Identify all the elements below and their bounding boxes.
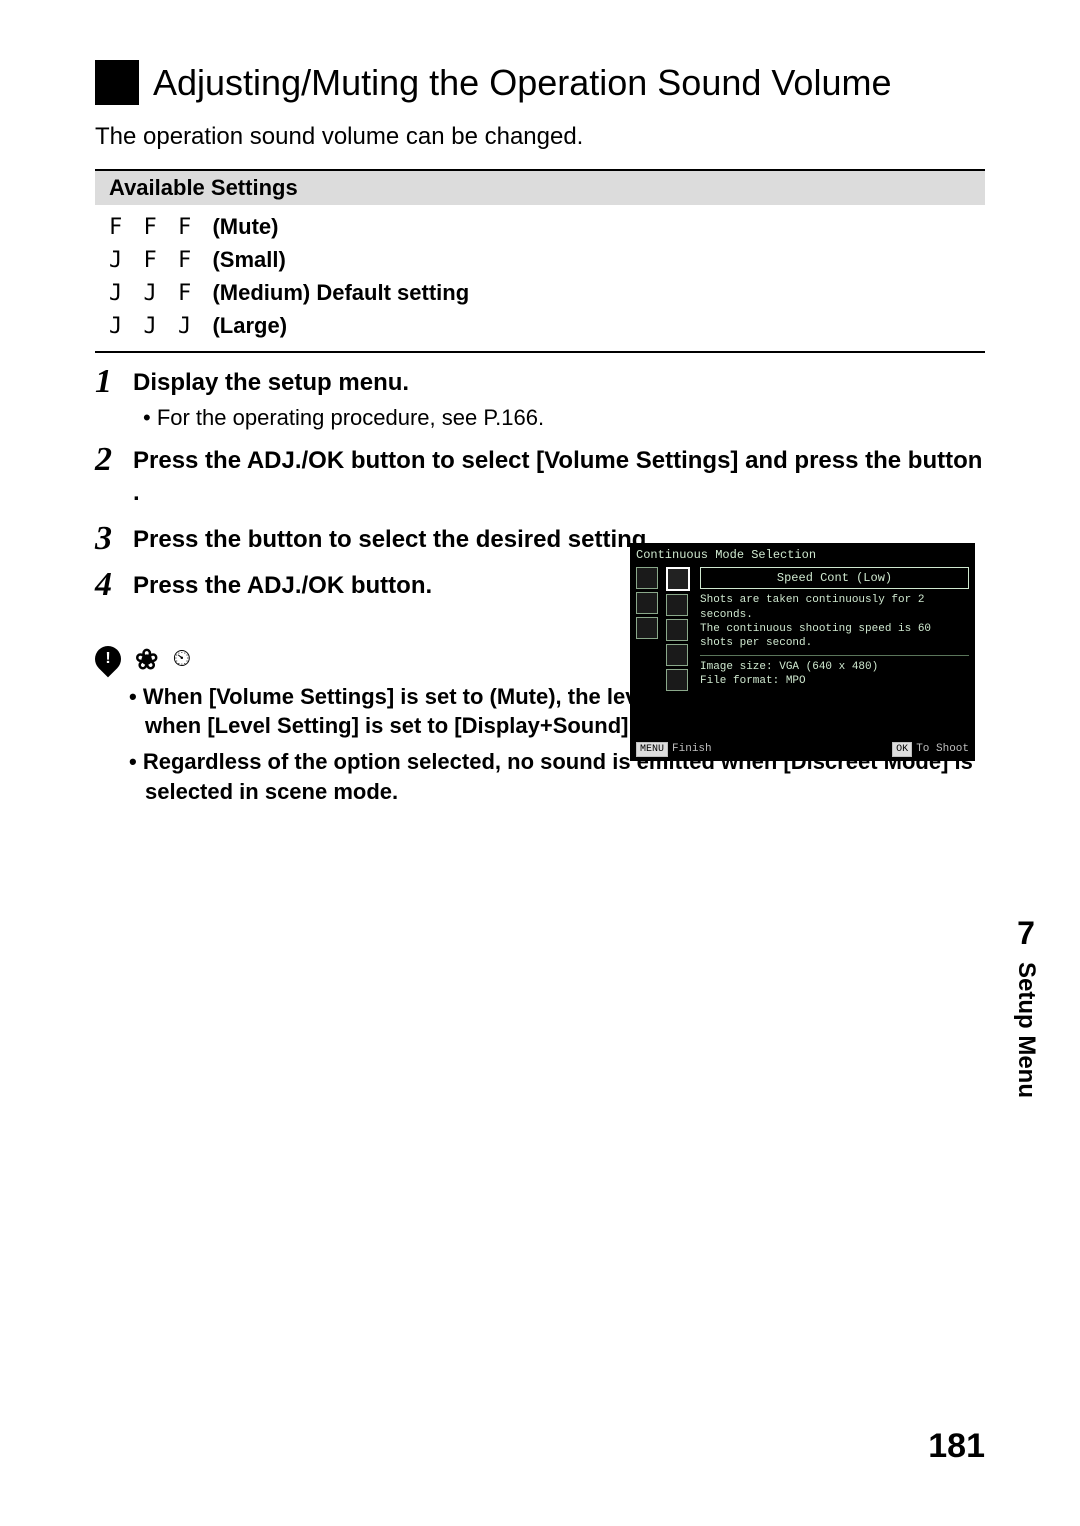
settings-header: Available Settings [95,171,985,205]
menu-tag: MENU [636,742,668,758]
timer-icon: ⏲ [172,645,191,673]
settings-name: (Large) [212,313,287,338]
settings-prefix: F F F [109,215,212,240]
ok-tag: OK [892,742,912,758]
lcd-screenshot: Continuous Mode Selection Speed Cont (Lo… [630,543,975,761]
settings-name: (Small) [212,247,285,272]
step-1: Display the setup menu. • For the operat… [95,367,985,431]
lcd-desc: Image size: VGA (640 x 480) [700,660,969,674]
step-head: Press the ADJ./OK button to select [Volu… [133,445,985,510]
caution-icon [90,641,127,678]
chapter-number: 7 [1012,915,1040,952]
camera-icon [636,592,658,614]
intro-text: The operation sound volume can be change… [95,123,985,151]
step-sub: • For the operating procedure, see P.166… [133,405,985,431]
chapter-label: Setup Menu [1012,962,1040,1098]
settings-prefix: J F F [109,248,212,273]
settings-prefix: J J J [109,314,212,339]
settings-prefix: J J F [109,281,212,306]
lcd-selected-option: Speed Cont (Low) [700,567,969,589]
lcd-desc: File format: MPO [700,674,969,688]
settings-box: Available Settings F F F (Mute) J F F (S… [95,169,985,353]
lcd-left-column [636,567,662,642]
lcd-desc: Shots are taken continuously for 2 secon… [700,593,969,622]
step-2: Press the ADJ./OK button to select [Volu… [95,445,985,510]
page: Adjusting/Muting the Operation Sound Vol… [0,0,1080,1526]
settings-row: F F F (Mute) [109,211,971,244]
settings-name: (Mute) [212,214,278,239]
option-icon [666,644,688,666]
step-head: Display the setup menu. [133,367,985,399]
settings-suffix: Default setting [310,280,469,305]
settings-body: F F F (Mute) J F F (Small) J J F (Medium… [95,205,985,351]
settings-row: J J J (Large) [109,310,971,343]
page-number: 181 [928,1427,985,1466]
lcd-footer-left: Finish [672,743,712,755]
macro-icon: ❀ [135,643,158,676]
title-bar-icon [95,60,139,105]
lcd-footer: MENU Finish OK To Shoot [636,742,969,758]
option-icon [666,619,688,641]
settings-row: J F F (Small) [109,244,971,277]
settings-row: J J F (Medium) Default setting [109,277,971,310]
settings-name: (Medium) [212,280,310,305]
settings-icon [636,617,658,639]
page-title: Adjusting/Muting the Operation Sound Vol… [139,60,891,105]
mode-icon [636,567,658,589]
title-block: Adjusting/Muting the Operation Sound Vol… [95,60,985,105]
lcd-desc: The continuous shooting speed is 60 shot… [700,622,969,651]
option-icon [666,669,688,691]
lcd-text-column: Speed Cont (Low) Shots are taken continu… [700,567,969,688]
lcd-mid-column [662,567,700,694]
option-icon [666,594,688,616]
option-icon-selected [666,567,690,591]
lcd-footer-right: To Shoot [916,743,969,755]
lcd-title: Continuous Mode Selection [636,547,969,563]
side-tab: 7 Setup Menu [1012,915,1040,1098]
lcd-divider [700,655,969,656]
